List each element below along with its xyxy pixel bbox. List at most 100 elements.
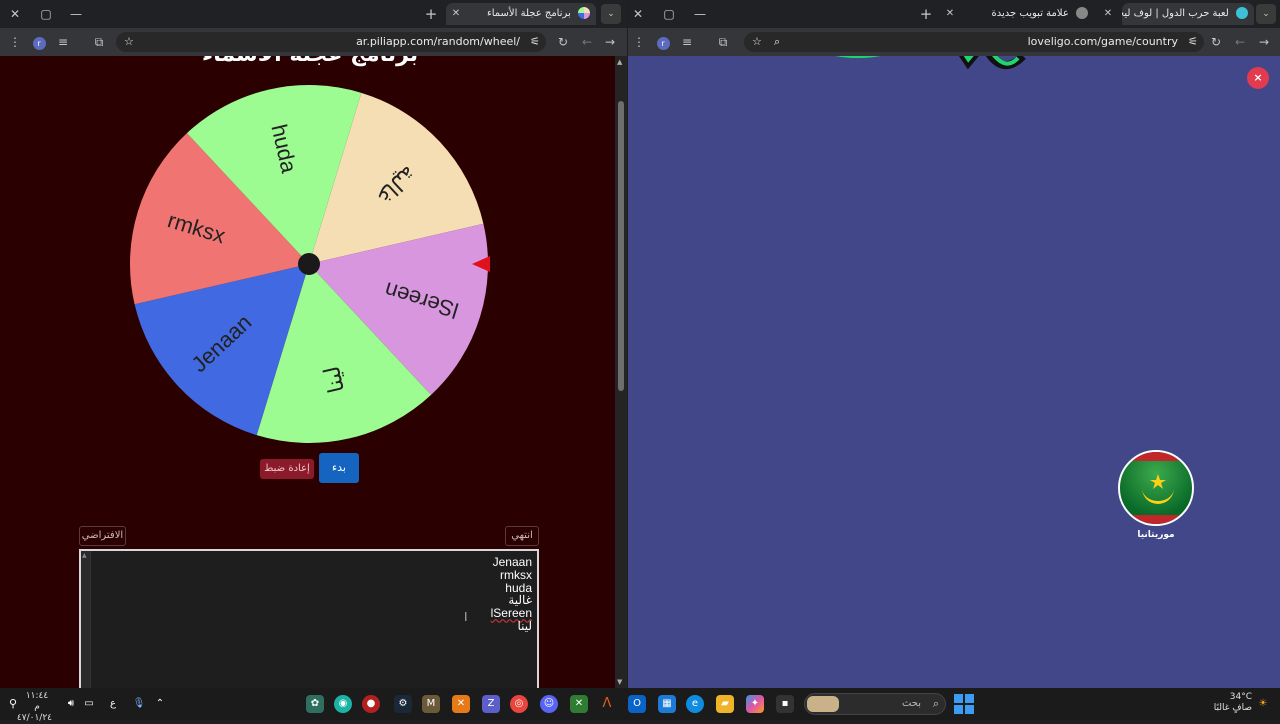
scroll-up-icon[interactable]: ▲ — [617, 58, 622, 66]
text-cursor-icon: I — [464, 610, 468, 624]
page-scrollbar[interactable]: ▲ ▼ — [615, 56, 627, 688]
name-line: Jenaan — [492, 555, 532, 569]
flag-stripe — [1120, 515, 1192, 524]
tab-close-icon[interactable]: ✕ — [940, 4, 960, 24]
task-view-icon[interactable]: ▪ — [776, 695, 794, 713]
app-icon[interactable]: ✕ — [570, 695, 588, 713]
file-explorer-icon[interactable]: ▰ — [716, 695, 734, 713]
minimize-icon[interactable]: — — [690, 4, 710, 24]
textarea-scrollbar[interactable] — [81, 551, 91, 688]
address-bar[interactable]: ☆ ⌕ loveligo.com/game/country ⚟ — [744, 32, 1204, 52]
tab-title: علامة تبويب جديدة — [991, 8, 1069, 19]
app-icon[interactable]: ◉ — [334, 695, 352, 713]
clock-time: ١١:٤٤ م — [25, 691, 49, 712]
name-wheel[interactable]: غاليةlSereenليناJenaanrmksxhuda — [128, 83, 490, 445]
left-page-content: برنامج عجلة الأسماء غاليةlSereenليناJena… — [0, 56, 627, 688]
chrome-favicon-icon — [1076, 7, 1088, 19]
game-map-fragment — [835, 56, 1026, 70]
bookmark-star-icon[interactable]: ☆ — [124, 32, 134, 52]
app-icon[interactable]: ✿ — [306, 695, 324, 713]
tab-title: لعبة حرب الدول | لوف ليجو لوف — [1122, 8, 1229, 19]
clock-date: ٤٧/٠١/٢٤ — [16, 713, 52, 723]
maximize-icon[interactable]: ▢ — [36, 4, 56, 24]
back-icon[interactable]: ← — [1231, 33, 1249, 51]
windows-start-icon[interactable] — [954, 694, 974, 714]
profile-avatar[interactable]: r — [30, 33, 48, 51]
xampp-icon[interactable]: ✕ — [452, 695, 470, 713]
default-button[interactable]: الافتراضي — [79, 526, 126, 546]
tab-search-icon[interactable]: ≡ — [678, 33, 696, 51]
store-icon[interactable]: ▦ — [658, 695, 676, 713]
steam-icon[interactable]: ⚙ — [394, 695, 412, 713]
reload-icon[interactable]: ↻ — [554, 33, 572, 51]
taskbar-search[interactable]: بحث ⌕ — [804, 693, 946, 715]
close-window-icon[interactable]: ✕ — [5, 4, 25, 24]
name-line: rmksx — [500, 567, 532, 582]
site-settings-icon[interactable]: ⚟ — [530, 32, 540, 52]
tray-chevron-icon[interactable]: ⌃ — [151, 695, 169, 713]
back-icon[interactable]: ← — [578, 33, 596, 51]
new-tab-icon[interactable]: + — [421, 4, 441, 24]
search-highlight-image — [807, 696, 839, 712]
close-icon[interactable]: × — [1247, 67, 1269, 89]
edge-icon[interactable]: e — [686, 695, 704, 713]
volume-icon[interactable]: 🔊︎ — [62, 695, 80, 713]
maximize-icon[interactable]: ▢ — [659, 4, 679, 24]
language-indicator[interactable]: ع — [104, 695, 122, 713]
menu-dots-icon[interactable]: ⋮ — [6, 33, 24, 51]
app-icon[interactable]: Z — [482, 695, 500, 713]
minimize-icon[interactable]: — — [66, 4, 86, 24]
app-icon[interactable]: Λ — [598, 695, 616, 713]
right-browser-window: ✕ ▢ — + ✕ علامة تبويب جديدة ✕ لعبة حرب ا… — [628, 0, 1280, 688]
tab-search-icon[interactable]: ≡ — [54, 33, 72, 51]
chrome-icon[interactable]: ◎ — [510, 695, 528, 713]
done-button[interactable]: انتهي — [505, 526, 539, 546]
site-settings-icon[interactable]: ⚟ — [1188, 32, 1198, 52]
tab-close-icon[interactable]: ✕ — [1098, 4, 1118, 24]
tab-name-wheel[interactable]: برنامج عجلة الأسماء — [446, 3, 596, 25]
forward-icon[interactable]: → — [1255, 33, 1273, 51]
weather-widget[interactable]: 34°C صافٍ غالبًا — [1212, 692, 1252, 714]
start-button[interactable]: بدء — [319, 453, 359, 483]
url-text: ar.piliapp.com/random/wheel/ — [356, 35, 520, 48]
search-icon: ⌕ — [932, 697, 939, 710]
right-toolbar: ⋮ r ≡ ⧉ ☆ ⌕ loveligo.com/game/country ⚟ … — [628, 28, 1280, 56]
tab-new-tab[interactable]: علامة تبويب جديدة — [964, 3, 1094, 25]
app-icon[interactable]: ● — [362, 695, 380, 713]
extensions-icon[interactable]: ⧉ — [714, 33, 732, 51]
extensions-icon[interactable]: ⧉ — [90, 33, 108, 51]
copilot-icon[interactable]: ✦ — [746, 695, 764, 713]
taskbar: ⚲ ١١:٤٤ م ٤٧/٠١/٢٤ 🔊︎ ▭ ع 🎙︎ ⌃ ✿ ◉ ● ⚙ M… — [0, 688, 1280, 723]
discord-icon[interactable]: ☺ — [540, 695, 558, 713]
menu-dots-icon[interactable]: ⋮ — [630, 33, 648, 51]
tab-country-game[interactable]: لعبة حرب الدول | لوف ليجو لوف — [1122, 3, 1254, 25]
mauritania-flag-icon[interactable] — [1118, 450, 1194, 526]
outlook-icon[interactable]: O — [628, 695, 646, 713]
weather-sun-icon: ☀ — [1258, 698, 1268, 709]
new-tab-icon[interactable]: + — [916, 4, 936, 24]
right-titlebar: ✕ ▢ — + ✕ علامة تبويب جديدة ✕ لعبة حرب ا… — [628, 0, 1280, 28]
tab-list-chevron-icon[interactable]: ⌄ — [1256, 4, 1276, 24]
reload-icon[interactable]: ↻ — [1207, 33, 1225, 51]
wheel-hub — [298, 253, 320, 275]
scroll-down-icon[interactable]: ▼ — [617, 678, 622, 686]
right-page-content: × موريتانيا — [628, 56, 1280, 688]
forward-icon[interactable]: → — [601, 33, 619, 51]
tab-list-chevron-icon[interactable]: ⌄ — [601, 4, 621, 24]
network-icon[interactable]: ⚲ — [4, 695, 22, 713]
tab-title: برنامج عجلة الأسماء — [487, 8, 571, 19]
close-window-icon[interactable]: ✕ — [628, 4, 648, 24]
page-title: برنامج عجلة الأسماء — [160, 56, 460, 67]
app-icon[interactable]: M — [422, 695, 440, 713]
clock[interactable]: ١١:٤٤ م ٤٧/٠١/٢٤ — [16, 691, 52, 724]
zoom-icon[interactable]: ⌕ — [774, 32, 780, 52]
tab-close-icon[interactable]: ✕ — [446, 4, 466, 24]
microphone-icon[interactable]: 🎙︎ — [130, 695, 148, 713]
bookmark-star-icon[interactable]: ☆ — [752, 32, 762, 52]
names-textarea[interactable]: Jenaan rmksx huda غالية lSereen لينا — [79, 549, 539, 688]
display-icon[interactable]: ▭ — [80, 695, 98, 713]
address-bar[interactable]: ☆ ar.piliapp.com/random/wheel/ ⚟ — [116, 32, 546, 52]
scroll-thumb[interactable] — [618, 101, 624, 391]
profile-avatar[interactable]: r — [654, 33, 672, 51]
reset-button[interactable]: إعادة ضبط — [260, 459, 314, 479]
